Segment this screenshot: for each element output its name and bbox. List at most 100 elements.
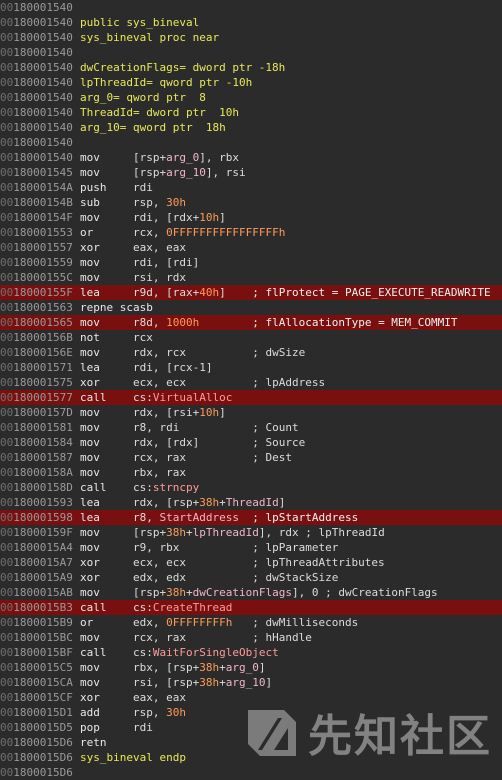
address-value: 18000155F (13, 286, 73, 299)
address-value: 1800015D6 (13, 736, 73, 749)
mnemonic: mov (80, 151, 100, 164)
address-value: 180001540 (13, 46, 73, 59)
mnemonic: mov (80, 271, 100, 284)
comment: ; dwMilliseconds (252, 616, 359, 629)
code-line[interactable]: 001800015B9 or edx, 0FFFFFFFFh ; dwMillis… (0, 615, 502, 630)
code-line[interactable]: 00180001581 mov r8, rdi ; Count (0, 420, 502, 435)
code-line[interactable]: 00180001584 mov rdx, [rdx] ; Source (0, 435, 502, 450)
code-line[interactable]: 001800015D6 (0, 765, 502, 780)
operands: r8, rdi (133, 421, 180, 434)
operands: r9d, [rax+40h] (133, 286, 226, 299)
mnemonic: mov (80, 631, 100, 644)
code-line[interactable]: 00180001593 lea rdx, [rsp+38h+ThreadId] (0, 495, 502, 510)
address-value: 180001581 (13, 421, 73, 434)
mnemonic: mov (80, 451, 100, 464)
code-line[interactable]: 001800015A7 xor ecx, ecx ; lpThreadAttrib… (0, 555, 502, 570)
code-line[interactable]: 0018000158D call cs:strncpy (0, 480, 502, 495)
operands: rdi (133, 721, 153, 734)
address-value: 180001593 (13, 496, 73, 509)
mnemonic: xor (80, 691, 100, 704)
operands: [rsp+arg_0], rbx (133, 151, 239, 164)
code-line[interactable]: 00180001540 arg_10= qword ptr 18h (0, 120, 502, 135)
code-line[interactable]: 00180001540 lpThreadId= qword ptr -10h (0, 75, 502, 90)
line-address: 001800015D6 (0, 750, 80, 765)
code-line[interactable]: 00180001575 xor ecx, ecx ; lpAddress (0, 375, 502, 390)
highlighted-code-line[interactable]: 00180001598 lea r8, StartAddress ; lpStar… (0, 510, 502, 525)
address-value: 180001584 (13, 436, 73, 449)
address-value: 18000156E (13, 346, 73, 359)
line-address: 00180001545 (0, 165, 80, 180)
code-line[interactable]: 001800015BC mov rcx, rax ; hHandle (0, 630, 502, 645)
line-address: 00180001540 (0, 0, 80, 15)
code-line[interactable]: 0018000156E mov rdx, rcx ; dwSize (0, 345, 502, 360)
address-value: 180001587 (13, 451, 73, 464)
line-address: 001800015D6 (0, 735, 80, 750)
code-line[interactable]: 00180001540 dwCreationFlags= dword ptr -1… (0, 60, 502, 75)
operands: r8, StartAddress (133, 511, 239, 524)
line-address: 001800015D6 (0, 765, 80, 780)
code-line[interactable]: 00180001559 mov rdi, [rdi] (0, 255, 502, 270)
code-line[interactable]: 00180001587 mov rcx, rax ; Dest (0, 450, 502, 465)
code-line[interactable]: 00180001563 repne scasb (0, 300, 502, 315)
line-code: mov [rsp+38h+dwCreationFlags], 0 ; dwCre… (80, 585, 438, 600)
code-line[interactable]: 0018000158A mov rbx, rax (0, 465, 502, 480)
code-line[interactable]: 0018000154F mov rdi, [rdx+10h] (0, 210, 502, 225)
code-line[interactable]: 00180001553 or rcx, 0FFFFFFFFFFFFFFFFh (0, 225, 502, 240)
address-prefix: 00 (0, 496, 14, 509)
code-line[interactable]: 00180001557 xor eax, eax (0, 240, 502, 255)
code-line[interactable]: 001800015BF call cs:WaitForSingleObject (0, 645, 502, 660)
code-line[interactable]: 00180001571 lea rdi, [rcx-1] (0, 360, 502, 375)
address-value: 180001557 (13, 241, 73, 254)
code-line[interactable]: 00180001540 mov [rsp+arg_0], rbx (0, 150, 502, 165)
declaration: ThreadId= dword ptr 10h (80, 106, 239, 119)
code-line[interactable]: 00180001540 (0, 0, 502, 15)
highlighted-code-line[interactable]: 001800015B3 call cs:CreateThread (0, 600, 502, 615)
highlighted-code-line[interactable]: 00180001565 mov r8d, 1000h ; flAllocation… (0, 315, 502, 330)
address-value: 18000155C (13, 271, 73, 284)
code-line[interactable]: 001800015C5 mov rbx, [rsp+38h+arg_0] (0, 660, 502, 675)
operands: rcx, rax (133, 631, 186, 644)
address-prefix: 00 (0, 736, 14, 749)
operands: [rsp+38h+dwCreationFlags], 0 (133, 586, 319, 599)
code-line[interactable]: 0018000155C mov rsi, rdx (0, 270, 502, 285)
highlighted-code-line[interactable]: 0018000155F lea r9d, [rax+40h] ; flProtec… (0, 285, 502, 300)
address-value: 18000154B (13, 196, 73, 209)
address-prefix: 00 (0, 361, 14, 374)
code-line[interactable]: 00180001540 (0, 45, 502, 60)
address-value: 1800015D1 (13, 706, 73, 719)
code-line[interactable]: 001800015A9 xor edx, edx ; dwStackSize (0, 570, 502, 585)
line-code: mov rbx, rax (80, 465, 186, 480)
line-code: mov rdi, [rdx+10h] (80, 210, 226, 225)
line-address: 00180001540 (0, 30, 80, 45)
code-line[interactable]: 0018000156B not rcx (0, 330, 502, 345)
code-line[interactable]: 0018000154A push rdi (0, 180, 502, 195)
highlighted-code-line[interactable]: 00180001577 call cs:VirtualAlloc (0, 390, 502, 405)
address-prefix: 00 (0, 331, 14, 344)
code-line[interactable]: 001800015A4 mov r9, rbx ; lpParameter (0, 540, 502, 555)
code-line[interactable]: 0018000154B sub rsp, 30h (0, 195, 502, 210)
code-line[interactable]: 00180001540 (0, 135, 502, 150)
code-line[interactable]: 00180001540 ThreadId= dword ptr 10h (0, 105, 502, 120)
address-value: 1800015CA (13, 676, 73, 689)
declaration: dwCreationFlags= dword ptr -18h (80, 61, 286, 74)
code-line[interactable]: 001800015AB mov [rsp+38h+dwCreationFlags]… (0, 585, 502, 600)
code-line[interactable]: 0018000159F mov [rsp+38h+lpThreadId], rdx… (0, 525, 502, 540)
code-line[interactable]: 00180001545 mov [rsp+arg_10], rsi (0, 165, 502, 180)
line-address: 00180001581 (0, 420, 80, 435)
line-address: 00180001563 (0, 300, 80, 315)
line-address: 001800015A4 (0, 540, 80, 555)
code-line[interactable]: 00180001540 sys_bineval proc near (0, 30, 502, 45)
code-line[interactable]: 00180001540 arg_0= qword ptr 8 (0, 90, 502, 105)
code-line[interactable]: 001800015CA mov rsi, [rsp+38h+arg_10] (0, 675, 502, 690)
code-line[interactable]: 00180001540 public sys_bineval (0, 15, 502, 30)
comment: ; flProtect = PAGE_EXECUTE_READWRITE (252, 286, 491, 299)
address-value: 1800015D5 (13, 721, 73, 734)
mnemonic: call (80, 646, 107, 659)
comment: ; lpThreadId (305, 526, 385, 539)
code-line[interactable]: 0018000157D mov rdx, [rsi+10h] (0, 405, 502, 420)
line-code: not rcx (80, 330, 153, 345)
address-value: 180001540 (13, 121, 73, 134)
address-value: 180001540 (13, 1, 73, 14)
line-code: retn (80, 735, 107, 750)
address-value: 180001553 (13, 226, 73, 239)
